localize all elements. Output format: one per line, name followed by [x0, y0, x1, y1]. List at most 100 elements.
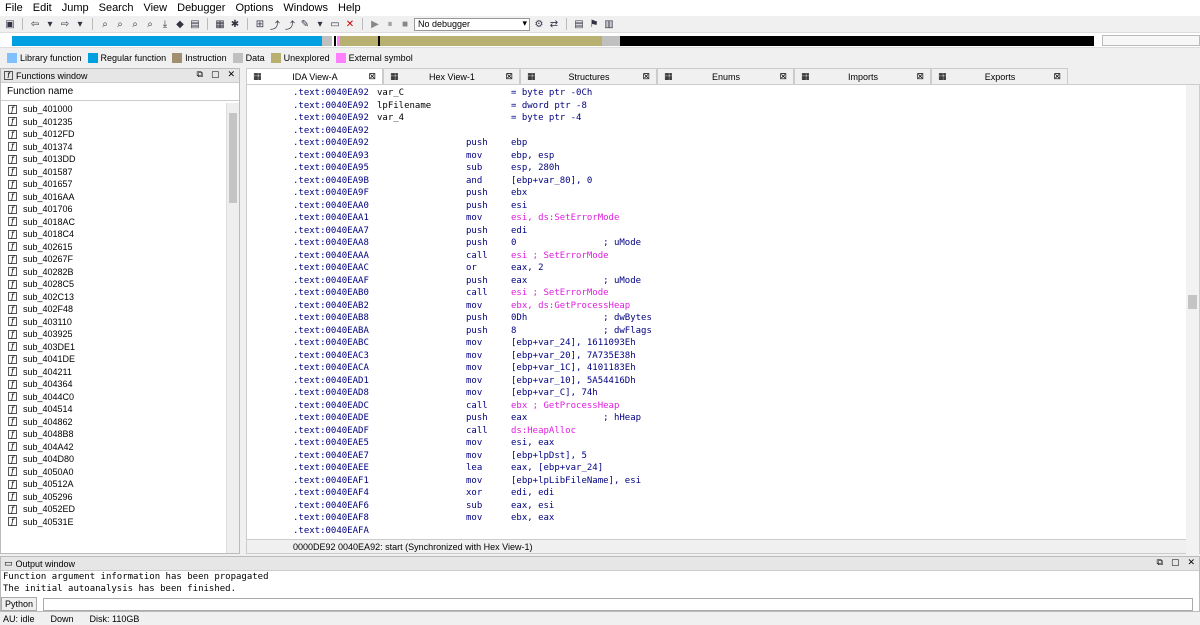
asm-line[interactable]: .text:0040EADF call ds:HeapAlloc — [293, 425, 1188, 438]
tab-close-icon[interactable]: ⊠ — [779, 71, 787, 82]
function-row[interactable]: f sub_4041DE — [1, 353, 227, 366]
function-row[interactable]: f sub_4018AC — [1, 216, 227, 229]
tab-close-icon[interactable]: ⊠ — [1053, 71, 1061, 82]
asm-line[interactable]: .text:0040EA92 lpFilename = dword ptr -8 — [293, 100, 1188, 113]
maximize-icon[interactable]: ▢ — [1171, 557, 1180, 568]
asm-line[interactable]: .text:0040EABA push 8 ; dwFlags — [293, 325, 1188, 338]
nav-band-select[interactable] — [1102, 35, 1200, 46]
asm-line[interactable]: .text:0040EAFA — [293, 525, 1188, 538]
function-row[interactable]: f sub_401657 — [1, 178, 227, 191]
function-row[interactable]: f sub_404862 — [1, 416, 227, 429]
asm-line[interactable]: .text:0040EAC3 mov [ebp+var_20], 7A735E38h — [293, 350, 1188, 363]
function-row[interactable]: f sub_404211 — [1, 366, 227, 379]
menu-help[interactable]: Help — [338, 0, 361, 16]
function-row[interactable]: f sub_404D80 — [1, 453, 227, 466]
dropdown-icon[interactable]: ▾ — [314, 18, 326, 30]
tab-close-icon[interactable]: ⊠ — [916, 71, 924, 82]
function-row[interactable]: f sub_40531E — [1, 516, 227, 529]
function-row[interactable]: f sub_401235 — [1, 116, 227, 129]
asm-line[interactable]: .text:0040EA92 push ebp — [293, 137, 1188, 150]
menu-options[interactable]: Options — [235, 0, 273, 16]
function-row[interactable]: f sub_405296 — [1, 491, 227, 504]
maximize-icon[interactable]: ▢ — [211, 69, 220, 80]
functions-scrollbar[interactable] — [226, 103, 239, 553]
python-button[interactable]: Python — [1, 597, 37, 611]
asm-line[interactable]: .text:0040EAE7 mov [ebp+lpDst], 5 — [293, 450, 1188, 463]
navigation-band[interactable] — [0, 32, 1200, 48]
export-2-icon[interactable]: ⤴ — [284, 18, 296, 32]
asm-line[interactable]: .text:0040EAA0 push esi — [293, 200, 1188, 213]
search-binary-icon[interactable]: ⌕ — [99, 18, 111, 30]
function-row[interactable]: f sub_40512A — [1, 478, 227, 491]
restore-icon[interactable]: ⧉ — [197, 69, 203, 80]
restore-icon[interactable]: ⧉ — [1157, 557, 1163, 568]
tab-imports[interactable]: ▦ Imports ⊠ — [794, 68, 931, 84]
menu-view[interactable]: View — [143, 0, 167, 16]
tab-exports[interactable]: ▦ Exports ⊠ — [931, 68, 1068, 84]
asm-line[interactable]: .text:0040EA95 sub esp, 280h — [293, 162, 1188, 175]
function-row[interactable]: f sub_401587 — [1, 166, 227, 179]
asm-line[interactable]: .text:0040EAA7 push edi — [293, 225, 1188, 238]
asm-line[interactable]: .text:0040EADC call ebx ; GetProcessHeap — [293, 400, 1188, 413]
asm-line[interactable]: .text:0040EAF1 mov [ebp+lpLibFileName], es… — [293, 475, 1188, 488]
watch-icon[interactable]: ⚑ — [588, 18, 600, 30]
graph-icon[interactable]: ⊞ — [254, 18, 266, 30]
menu-file[interactable]: File — [5, 0, 23, 16]
function-row[interactable]: f sub_4048B8 — [1, 428, 227, 441]
menu-jump[interactable]: Jump — [62, 0, 89, 16]
function-row[interactable]: f sub_40267F — [1, 253, 227, 266]
function-row[interactable]: f sub_4012FD — [1, 128, 227, 141]
asm-line[interactable]: .text:0040EAF4 xor edi, edi — [293, 487, 1188, 500]
asm-line[interactable]: .text:0040EA92 — [293, 125, 1188, 138]
asm-line[interactable]: .text:0040EA9F push ebx — [293, 187, 1188, 200]
tab-enums[interactable]: ▦ Enums ⊠ — [657, 68, 794, 84]
stop-icon[interactable]: ■ — [399, 18, 411, 30]
function-row[interactable]: f sub_402615 — [1, 241, 227, 254]
tab-close-icon[interactable]: ⊠ — [505, 71, 513, 82]
tab-hex-view-1[interactable]: ▦ Hex View-1 ⊠ — [383, 68, 520, 84]
breakpoint-list-icon[interactable]: ▤ — [573, 18, 585, 30]
function-row[interactable]: f sub_401706 — [1, 203, 227, 216]
function-row[interactable]: f sub_4018C4 — [1, 228, 227, 241]
tab-structures[interactable]: ▦ Structures ⊠ — [520, 68, 657, 84]
functions-column-header[interactable]: Function name — [1, 83, 239, 101]
function-row[interactable]: f sub_401000 — [1, 103, 227, 116]
export-icon[interactable]: ⤴ — [269, 18, 281, 32]
asm-line[interactable]: .text:0040EACA mov [ebp+var_1C], 4101183Eh — [293, 362, 1188, 375]
debugger-options-icon[interactable]: ⚙ — [533, 18, 545, 30]
asm-line[interactable]: .text:0040EAD1 mov [ebp+var_10], 5A54416Dh — [293, 375, 1188, 388]
menu-edit[interactable]: Edit — [33, 0, 52, 16]
function-row[interactable]: f sub_4016AA — [1, 191, 227, 204]
function-row[interactable]: f sub_403110 — [1, 316, 227, 329]
asm-line[interactable]: .text:0040EA93 mov ebp, esp — [293, 150, 1188, 163]
asm-line[interactable]: .text:0040EAD8 mov [ebp+var_C], 74h — [293, 387, 1188, 400]
search-immediate-icon[interactable]: ⌕ — [144, 18, 156, 30]
marker-icon[interactable]: ◆ — [174, 18, 186, 30]
function-row[interactable]: f sub_4028C5 — [1, 278, 227, 291]
function-row[interactable]: f sub_4050A0 — [1, 466, 227, 479]
close-icon[interactable]: ✕ — [1187, 557, 1195, 568]
asm-line[interactable]: .text:0040EAAC or eax, 2 — [293, 262, 1188, 275]
function-row[interactable]: f sub_403DE1 — [1, 341, 227, 354]
function-row[interactable]: f sub_404364 — [1, 378, 227, 391]
tab-close-icon[interactable]: ⊠ — [642, 71, 650, 82]
asm-line[interactable]: .text:0040EA92 var_C = byte ptr -0Ch — [293, 87, 1188, 100]
search-text-icon[interactable]: ⌕ — [114, 18, 126, 30]
debugger-select[interactable]: No debugger — [414, 17, 530, 31]
asm-line[interactable]: .text:0040EAAA call esi ; SetErrorMode — [293, 250, 1188, 263]
forward-dropdown-icon[interactable]: ▾ — [74, 18, 86, 30]
menu-search[interactable]: Search — [99, 0, 134, 16]
asm-line[interactable]: .text:0040EAF8 mov ebx, eax — [293, 512, 1188, 525]
function-row[interactable]: f sub_402C13 — [1, 291, 227, 304]
asm-line[interactable]: .text:0040EAE5 mov esi, eax — [293, 437, 1188, 450]
jump-icon[interactable]: ⤓ — [159, 18, 171, 30]
asm-line[interactable]: .text:0040EABC mov [ebp+var_24], 1611093Eh — [293, 337, 1188, 350]
tab-ida-view-a[interactable]: ▦ IDA View-A ⊠ — [246, 68, 383, 84]
asm-line[interactable]: .text:0040EAF6 sub eax, esi — [293, 500, 1188, 513]
asm-line[interactable]: .text:0040EAA1 mov esi, ds:SetErrorMode — [293, 212, 1188, 225]
view-scrollbar[interactable] — [1186, 85, 1199, 555]
segment-icon[interactable]: ▭ — [329, 18, 341, 30]
function-row[interactable]: f sub_404514 — [1, 403, 227, 416]
function-row[interactable]: f sub_40282B — [1, 266, 227, 279]
disassembly-listing[interactable]: .text:0040EA92 var_C = byte ptr -0Ch .text:… — [293, 87, 1188, 539]
